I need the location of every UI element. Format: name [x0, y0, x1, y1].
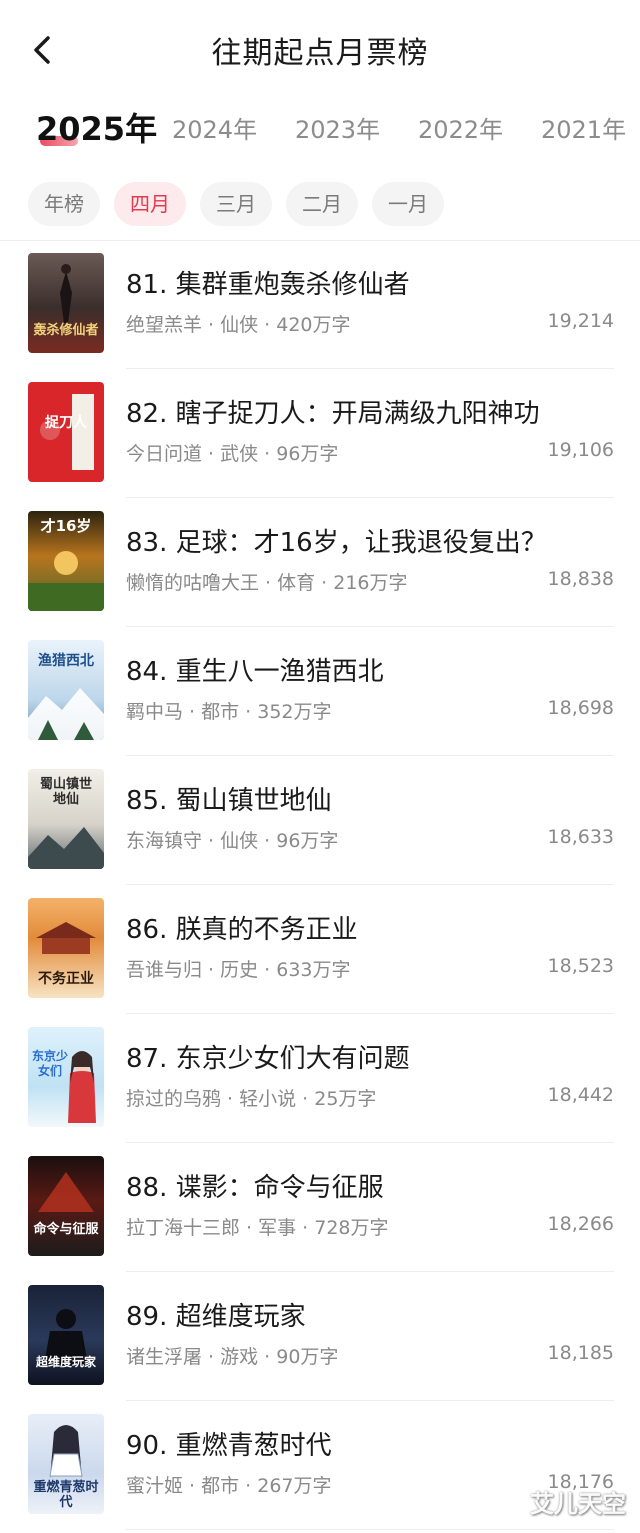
list-item[interactable]: 轰杀修仙者 81. 集群重炮轰杀修仙者 绝望羔羊 · 仙侠 · 420万字 19… — [0, 240, 640, 369]
book-meta: 拉丁海十三郎 · 军事 · 728万字 — [126, 1217, 389, 1239]
monthly-votes: 18,523 — [547, 955, 614, 977]
monthly-votes: 19,214 — [547, 310, 614, 332]
book-cover: 命令与征服 — [28, 1156, 104, 1256]
cover-illustration — [38, 1172, 94, 1212]
tab-2025[interactable]: 2025年 — [36, 104, 157, 150]
book-cover: 才16岁 — [28, 511, 104, 611]
page-title: 往期起点月票榜 — [211, 36, 429, 71]
cover-title: 命令与征服 — [33, 1222, 99, 1237]
list-item[interactable]: 超维度玩家 89. 超维度玩家 诸生浮屠 · 游戏 · 90万字 18,185 — [0, 1272, 640, 1401]
book-title: 85. 蜀山镇世地仙 — [126, 786, 332, 816]
book-cover: 超维度玩家 — [28, 1285, 104, 1385]
row-divider — [126, 1529, 614, 1530]
month-filter-bar: 年榜 四月 三月 二月 一月 — [0, 182, 640, 226]
monthly-votes: 18,442 — [547, 1084, 614, 1106]
book-cover: 重燃青葱时代 — [28, 1414, 104, 1514]
book-meta: 吾谁与归 · 历史 · 633万字 — [126, 959, 351, 981]
book-title: 84. 重生八一渔猎西北 — [126, 657, 384, 687]
list-item[interactable]: 渔猎西北 84. 重生八一渔猎西北 羁中马 · 都市 · 352万字 18,69… — [0, 627, 640, 756]
book-cover: 捉刀人 — [28, 382, 104, 482]
book-meta: 东海镇守 · 仙侠 · 96万字 — [126, 830, 339, 852]
monthly-votes: 18,838 — [547, 568, 614, 590]
watermark: 艾儿天空 — [530, 1490, 626, 1518]
cover-illustration — [40, 394, 94, 470]
book-cover: 蜀山镇世地仙 — [28, 769, 104, 869]
book-meta: 掠过的乌鸦 · 轻小说 · 25万字 — [126, 1088, 377, 1110]
book-meta: 懒惰的咕噜大王 · 体育 · 216万字 — [126, 572, 408, 594]
book-title: 82. 瞎子捉刀人：开局满级九阳神功 — [126, 399, 540, 429]
chip-annual[interactable]: 年榜 — [28, 182, 100, 226]
book-cover: 渔猎西北 — [28, 640, 104, 740]
book-meta: 绝望羔羊 · 仙侠 · 420万字 — [126, 314, 351, 336]
tab-2022[interactable]: 2022年 — [418, 110, 503, 145]
list-item[interactable]: 蜀山镇世地仙 85. 蜀山镇世地仙 东海镇守 · 仙侠 · 96万字 18,63… — [0, 756, 640, 885]
cover-illustration — [60, 264, 72, 323]
book-title: 83. 足球：才16岁，让我退役复出？ — [126, 528, 547, 558]
book-title: 89. 超维度玩家 — [126, 1302, 306, 1332]
cover-title: 蜀山镇世地仙 — [39, 777, 92, 807]
tab-2021[interactable]: 2021年 — [541, 110, 626, 145]
book-cover: 轰杀修仙者 — [28, 253, 104, 353]
monthly-votes: 18,185 — [547, 1342, 614, 1364]
cover-title: 东京少女们 — [31, 1049, 68, 1078]
book-meta: 羁中马 · 都市 · 352万字 — [126, 701, 332, 723]
tab-2023[interactable]: 2023年 — [295, 110, 380, 145]
list-item[interactable]: 命令与征服 88. 谍影：命令与征服 拉丁海十三郎 · 军事 · 728万字 1… — [0, 1143, 640, 1272]
list-item[interactable]: 东京少女们 87. 东京少女们大有问题 掠过的乌鸦 · 轻小说 · 25万字 1… — [0, 1014, 640, 1143]
book-title: 87. 东京少女们大有问题 — [126, 1044, 410, 1074]
book-meta: 蜜汁姬 · 都市 · 267万字 — [126, 1475, 332, 1497]
monthly-votes: 19,106 — [547, 439, 614, 461]
list-item[interactable]: 捉刀人 82. 瞎子捉刀人：开局满级九阳神功 今日问道 · 武侠 · 96万字 … — [0, 369, 640, 498]
book-meta: 诸生浮屠 · 游戏 · 90万字 — [126, 1346, 339, 1368]
year-tab-bar: 2025年 2024年 2023年 2022年 2021年 — [0, 102, 640, 162]
cover-title: 超维度玩家 — [35, 1355, 96, 1369]
book-cover: 不务正业 — [28, 898, 104, 998]
book-cover: 东京少女们 — [28, 1027, 104, 1127]
book-title: 88. 谍影：命令与征服 — [126, 1173, 384, 1203]
book-title: 90. 重燃青葱时代 — [126, 1431, 332, 1461]
book-title: 86. 朕真的不务正业 — [126, 915, 358, 945]
cover-title: 渔猎西北 — [38, 653, 94, 669]
book-meta: 今日问道 · 武侠 · 96万字 — [126, 443, 339, 465]
chip-april[interactable]: 四月 — [114, 182, 186, 226]
monthly-votes: 18,266 — [547, 1213, 614, 1235]
list-item[interactable]: 不务正业 86. 朕真的不务正业 吾谁与归 · 历史 · 633万字 18,52… — [0, 885, 640, 1014]
cover-title: 才16岁 — [40, 517, 92, 535]
cover-title: 不务正业 — [38, 971, 94, 987]
cover-title: 轰杀修仙者 — [33, 323, 99, 338]
chip-february[interactable]: 二月 — [286, 182, 358, 226]
header-bar: 往期起点月票榜 — [0, 0, 640, 100]
book-title: 81. 集群重炮轰杀修仙者 — [126, 270, 410, 300]
cover-illustration — [44, 1309, 88, 1365]
tab-2024[interactable]: 2024年 — [172, 110, 257, 145]
cover-title: 捉刀人 — [45, 415, 87, 431]
list-item[interactable]: 才16岁 83. 足球：才16岁，让我退役复出？ 懒惰的咕噜大王 · 体育 · … — [0, 498, 640, 627]
monthly-votes: 18,698 — [547, 697, 614, 719]
monthly-votes: 18,633 — [547, 826, 614, 848]
chip-january[interactable]: 一月 — [372, 182, 444, 226]
cover-title: 重燃青葱时代 — [33, 1480, 99, 1510]
chip-march[interactable]: 三月 — [200, 182, 272, 226]
